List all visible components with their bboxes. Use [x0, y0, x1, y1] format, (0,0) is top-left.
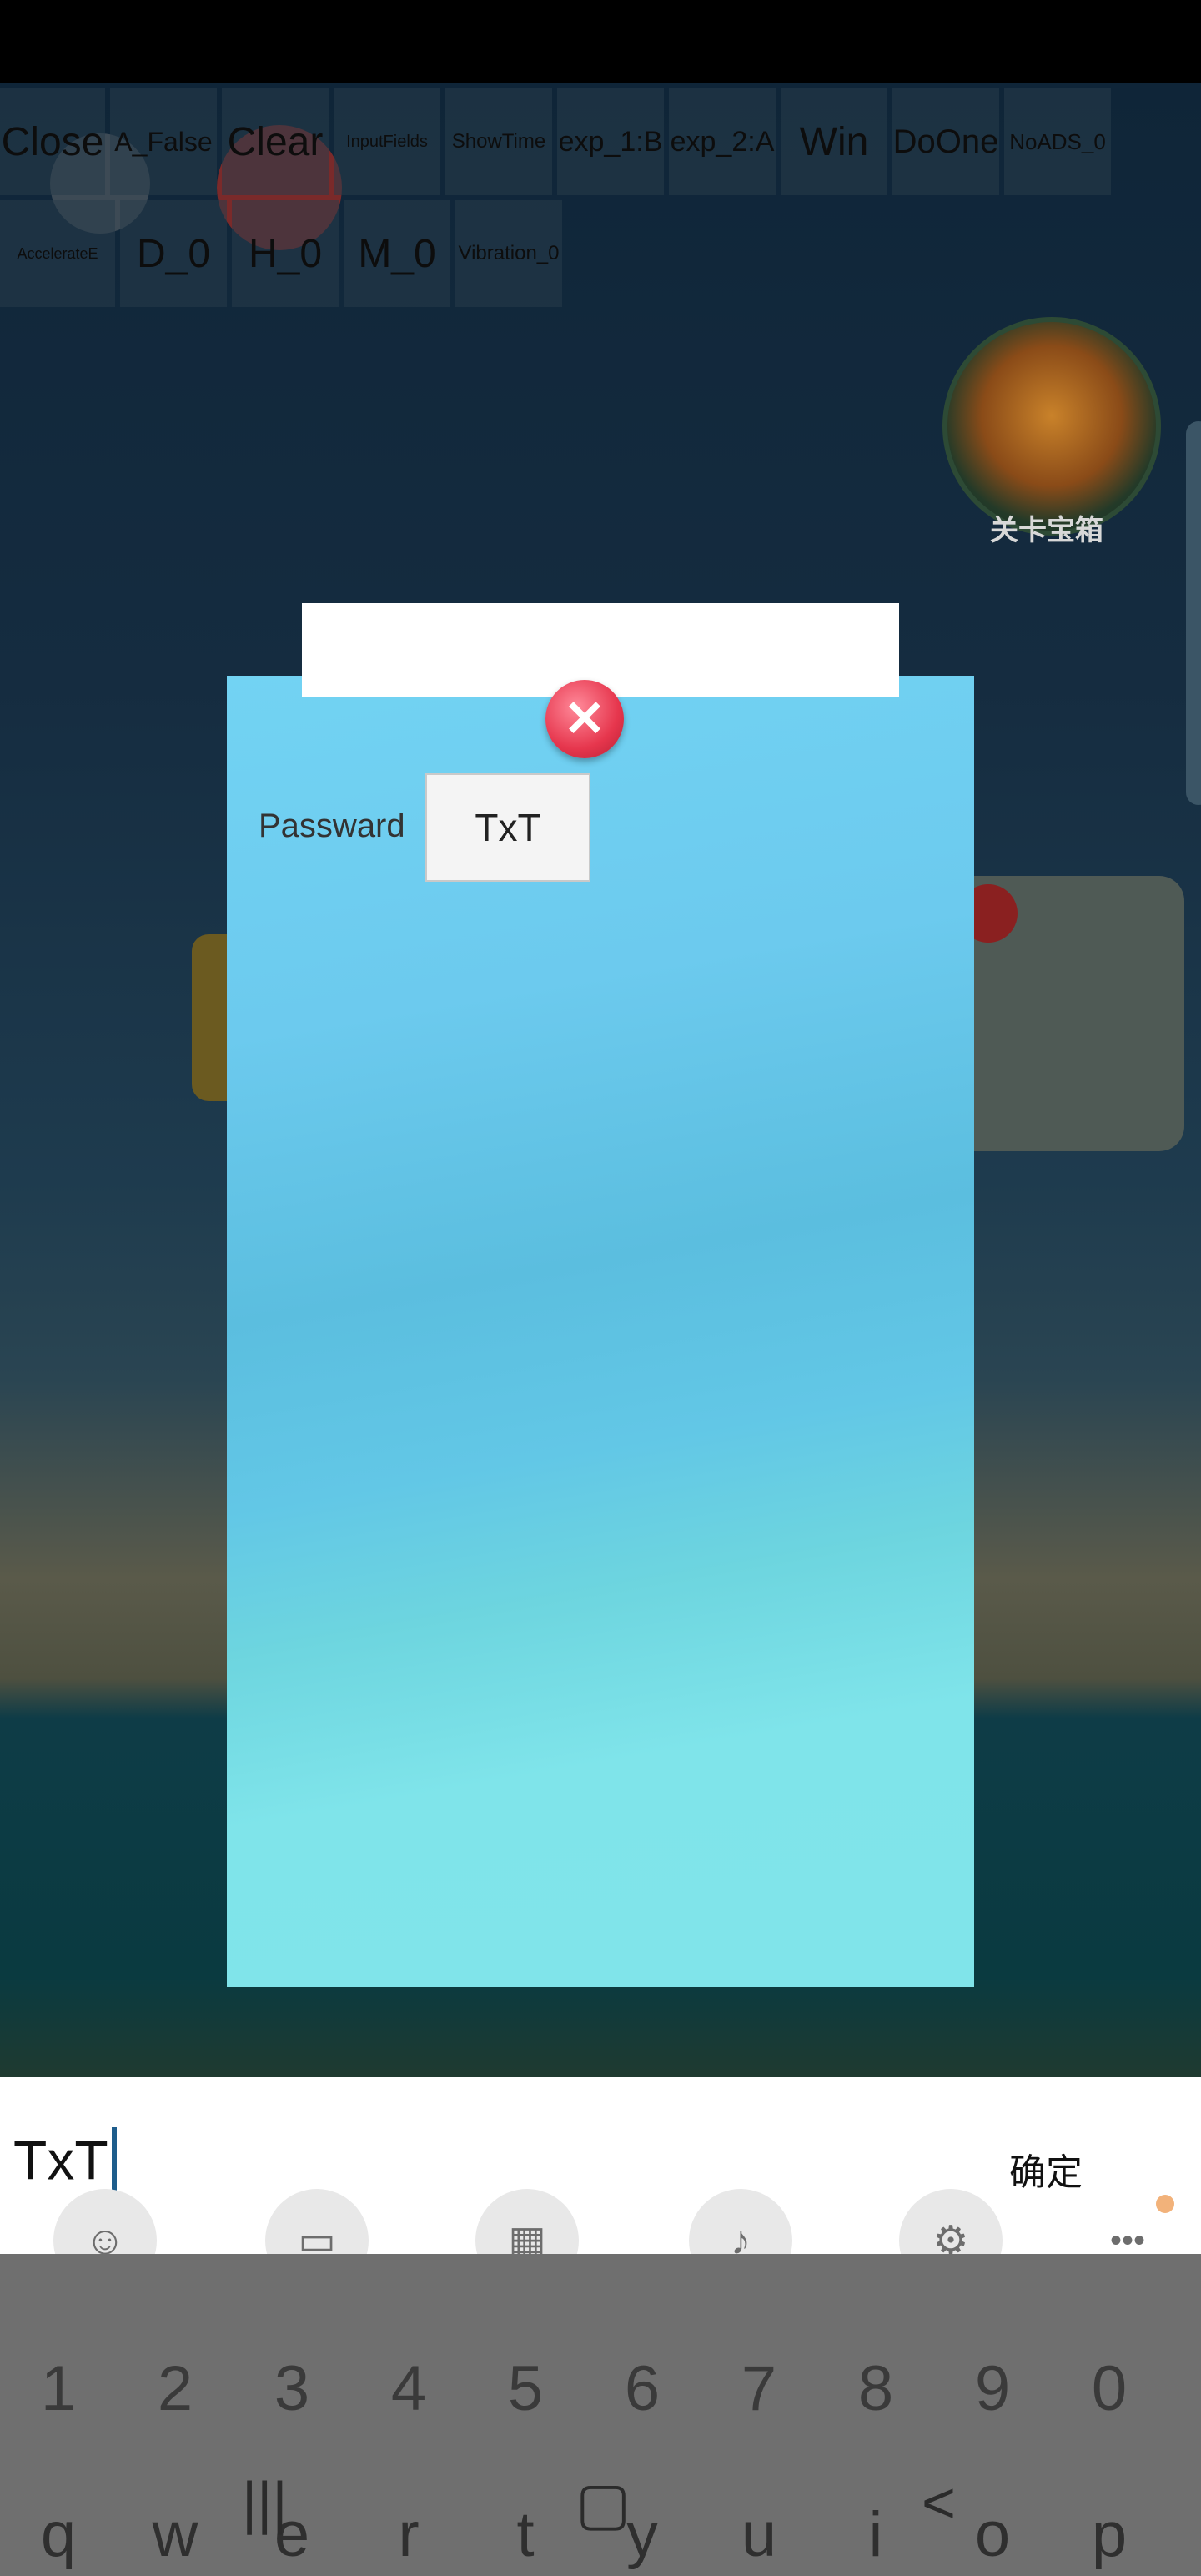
key-8[interactable]: 8	[817, 2352, 934, 2425]
key-r[interactable]: r	[350, 2498, 467, 2571]
show-time-button[interactable]: ShowTime	[445, 88, 552, 195]
debug-toolbar-row-1: Close A_False Clear InputFields ShowTime…	[0, 88, 1116, 195]
treasure-chest-icon[interactable]	[942, 317, 1161, 536]
key-5[interactable]: 5	[467, 2352, 584, 2425]
a-false-button[interactable]: A_False	[110, 88, 217, 195]
password-label: Passward	[259, 808, 405, 844]
recent-apps-icon[interactable]: |||	[242, 2469, 288, 2536]
key-3[interactable]: 3	[234, 2352, 350, 2425]
key-i[interactable]: i	[817, 2498, 934, 2571]
password-dialog	[227, 676, 974, 1987]
close-debug-button[interactable]: Close	[0, 88, 105, 195]
vibration-button[interactable]: Vibration_0	[455, 200, 562, 307]
close-icon: ✕	[563, 691, 606, 747]
confirm-button[interactable]: 确定	[1009, 2142, 1083, 2196]
number-key-row: 1 2 3 4 5 6 7 8 9 0	[0, 2352, 1201, 2425]
key-2[interactable]: 2	[117, 2352, 234, 2425]
input-fields-button[interactable]: InputFields	[334, 88, 440, 195]
dialog-close-button[interactable]: ✕	[545, 680, 624, 758]
no-ads-button[interactable]: NoADS_0	[1004, 88, 1111, 195]
m-counter-button[interactable]: M_0	[344, 200, 450, 307]
accelerate-button[interactable]: AccelerateE	[0, 200, 115, 307]
key-7[interactable]: 7	[701, 2352, 817, 2425]
key-q[interactable]: q	[0, 2498, 117, 2571]
key-9[interactable]: 9	[934, 2352, 1051, 2425]
d-counter-button[interactable]: D_0	[120, 200, 227, 307]
key-w[interactable]: w	[117, 2498, 234, 2571]
key-4[interactable]: 4	[350, 2352, 467, 2425]
password-input[interactable]: TxT	[425, 773, 590, 882]
key-1[interactable]: 1	[0, 2352, 117, 2425]
chest-label: 关卡宝箱	[990, 515, 1103, 546]
key-0[interactable]: 0	[1051, 2352, 1168, 2425]
side-scroll-handle[interactable]	[1186, 421, 1201, 805]
key-6[interactable]: 6	[584, 2352, 701, 2425]
notification-dot	[1156, 2195, 1174, 2213]
clear-button[interactable]: Clear	[222, 88, 329, 195]
key-p[interactable]: p	[1051, 2498, 1168, 2571]
home-icon[interactable]: ▢	[575, 2469, 631, 2538]
status-bar	[0, 0, 1201, 83]
exp-1-button[interactable]: exp_1:B	[557, 88, 664, 195]
win-button[interactable]: Win	[781, 88, 887, 195]
back-icon[interactable]: <	[922, 2469, 956, 2536]
h-counter-button[interactable]: H_0	[232, 200, 339, 307]
key-u[interactable]: u	[701, 2498, 817, 2571]
exp-2-button[interactable]: exp_2:A	[669, 88, 776, 195]
do-one-button[interactable]: DoOne	[892, 88, 999, 195]
ime-input-value: TxT	[13, 2129, 108, 2191]
debug-toolbar-row-2: AccelerateE D_0 H_0 M_0 Vibration_0	[0, 200, 567, 307]
key-t[interactable]: t	[467, 2498, 584, 2571]
